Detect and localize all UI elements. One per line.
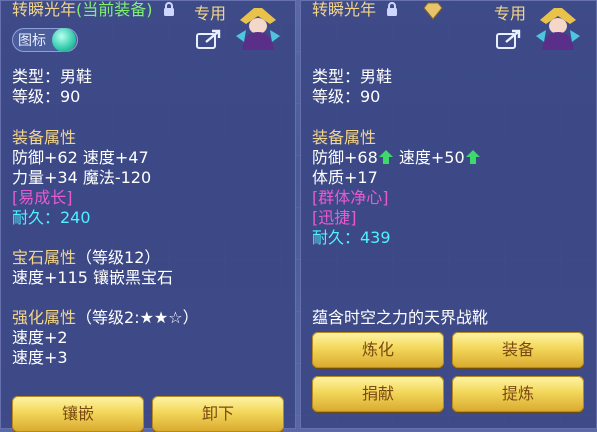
current-equipment-tooltip: 转瞬光年(当前装备) 专用 图标 类型：男鞋 等级：90 装备属性 防御+62 … bbox=[0, 0, 296, 432]
icon-toggle[interactable]: 图标 bbox=[12, 28, 78, 52]
type-line: 类型：男鞋 bbox=[12, 67, 93, 86]
enhance-level: （等级2:★★☆） bbox=[76, 308, 199, 327]
speed-stat: 速度+50 bbox=[398, 148, 465, 167]
share-icon[interactable] bbox=[196, 28, 222, 50]
item-description: 蕴含时空之力的天界战靴 bbox=[312, 308, 489, 327]
gem-level: （等级12） bbox=[76, 248, 161, 267]
durability-line: 耐久：240 bbox=[12, 208, 91, 227]
stat-line-1: 防御+62 速度+47 bbox=[12, 148, 149, 167]
share-icon[interactable] bbox=[496, 28, 522, 50]
special-effect-1: [群体净心] bbox=[312, 188, 389, 207]
enhance-line-2: 速度+3 bbox=[12, 348, 68, 367]
toggle-knob-icon bbox=[52, 28, 76, 52]
dedicated-label: 专用 bbox=[494, 4, 527, 23]
level-line: 等级：90 bbox=[312, 87, 381, 106]
item-name: 转瞬光年 bbox=[12, 0, 77, 19]
refine-button[interactable]: 炼化 bbox=[312, 332, 444, 368]
dedicated-label: 专用 bbox=[194, 4, 227, 23]
enhance-header: 强化属性 bbox=[12, 308, 77, 327]
enhance-attr-row: 强化属性（等级2:★★☆） bbox=[12, 308, 199, 328]
equip-attr-header: 装备属性 bbox=[12, 128, 77, 147]
lock-icon bbox=[387, 2, 398, 16]
compare-item-tooltip: 转瞬光年 专用 类型：男鞋 等级：90 装备属性 防御+68 速度+50 体质+… bbox=[300, 0, 597, 429]
character-portrait-icon bbox=[536, 8, 580, 50]
up-arrow-icon bbox=[378, 150, 393, 164]
stat-line-2: 体质+17 bbox=[312, 168, 378, 187]
up-arrow-icon bbox=[465, 150, 480, 164]
icon-toggle-label: 图标 bbox=[18, 33, 46, 49]
stat-line-2: 力量+34 魔法-120 bbox=[12, 168, 152, 187]
gem-detail: 速度+115 镶嵌黑宝石 bbox=[12, 268, 174, 287]
enhance-line-1: 速度+2 bbox=[12, 328, 68, 347]
special-effect-2: [迅捷] bbox=[312, 208, 357, 227]
equip-attr-header: 装备属性 bbox=[312, 128, 377, 147]
level-line: 等级：90 bbox=[12, 87, 81, 106]
item-title: 转瞬光年(当前装备) bbox=[12, 0, 176, 20]
special-effect: [易成长] bbox=[12, 188, 73, 207]
donate-button[interactable]: 捐献 bbox=[312, 376, 444, 412]
character-portrait-icon bbox=[236, 8, 280, 50]
item-title: 转瞬光年 bbox=[312, 0, 399, 20]
gem-header: 宝石属性 bbox=[12, 248, 77, 267]
inlay-button[interactable]: 镶嵌 bbox=[12, 396, 144, 432]
unequip-button[interactable]: 卸下 bbox=[152, 396, 284, 432]
lock-icon bbox=[163, 2, 174, 16]
item-name: 转瞬光年 bbox=[312, 0, 377, 19]
equipped-status: (当前装备) bbox=[76, 0, 153, 19]
type-line: 类型：男鞋 bbox=[312, 67, 393, 86]
extract-button[interactable]: 提炼 bbox=[452, 376, 584, 412]
durability-line: 耐久：439 bbox=[312, 228, 391, 247]
diamond-badge-icon bbox=[423, 2, 443, 20]
gem-attr-row: 宝石属性（等级12） bbox=[12, 248, 160, 268]
defense-stat: 防御+68 bbox=[312, 148, 378, 167]
equip-button[interactable]: 装备 bbox=[452, 332, 584, 368]
stat-line-1: 防御+68 速度+50 bbox=[312, 148, 481, 168]
